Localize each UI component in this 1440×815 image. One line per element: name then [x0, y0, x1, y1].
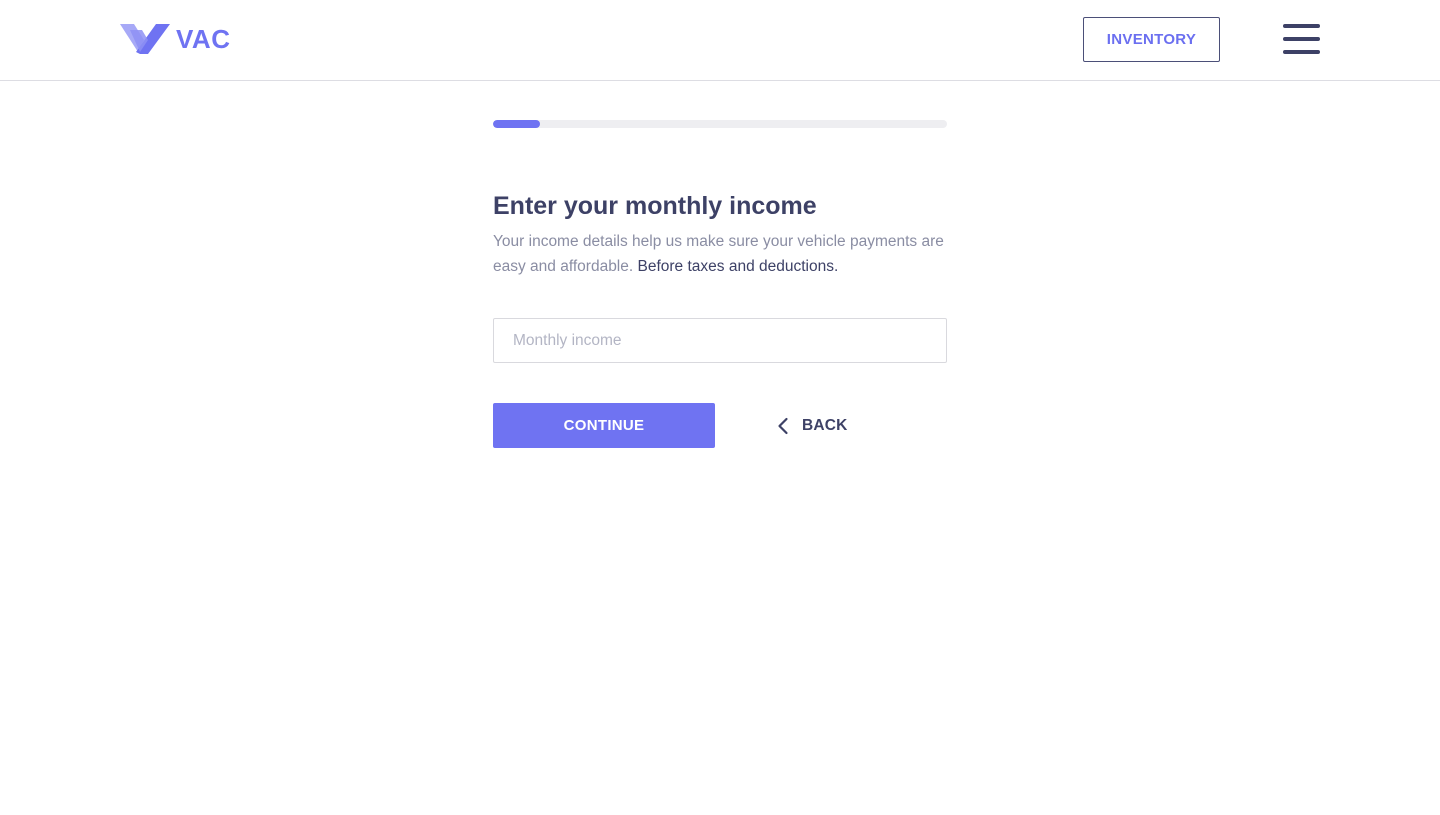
page-title: Enter your monthly income: [493, 192, 817, 220]
logo-text: VAC: [176, 24, 231, 54]
menu-line: [1283, 50, 1320, 54]
site-header: VAC INVENTORY: [0, 0, 1440, 81]
continue-button[interactable]: CONTINUE: [493, 403, 715, 448]
menu-line: [1283, 24, 1320, 28]
description-emphasis: Before taxes and deductions.: [637, 258, 839, 275]
hamburger-menu-icon[interactable]: [1283, 24, 1320, 56]
vac-logo[interactable]: VAC: [120, 22, 230, 56]
menu-line: [1283, 37, 1320, 41]
inventory-button[interactable]: INVENTORY: [1083, 17, 1220, 62]
back-label: BACK: [802, 417, 848, 434]
chevron-left-icon: [777, 417, 789, 435]
monthly-income-input[interactable]: [493, 318, 947, 363]
progress-bar: [493, 120, 947, 128]
form-description: Your income details help us make sure yo…: [493, 229, 953, 279]
progress-fill: [493, 120, 541, 128]
vac-logo-mark-icon: [120, 24, 170, 54]
back-button[interactable]: BACK: [777, 410, 848, 442]
